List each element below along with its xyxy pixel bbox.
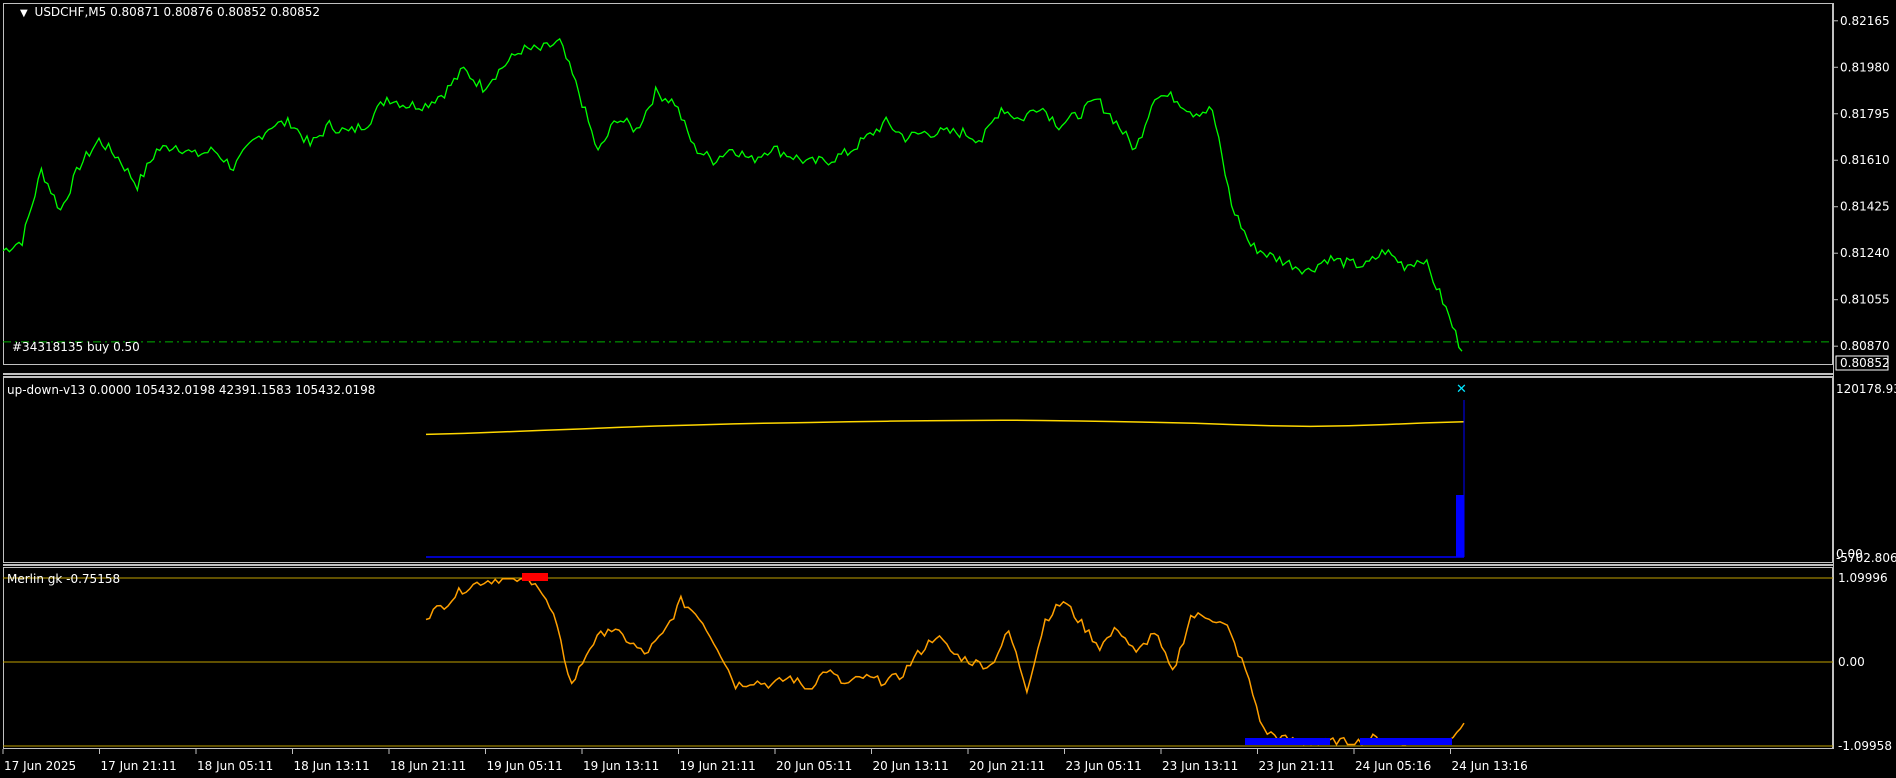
time-tick-label: 23 Jun 21:11 bbox=[1259, 759, 1335, 773]
merlin-high-highlight bbox=[522, 573, 548, 581]
updown-series-line bbox=[425, 419, 1465, 436]
time-tick-label: 19 Jun 21:11 bbox=[680, 759, 756, 773]
updown-panel-frame bbox=[3, 377, 1833, 563]
updown-indicator-label[interactable]: up-down-v13 0.0000 105432.0198 42391.158… bbox=[7, 383, 375, 397]
chart-symbol-label[interactable]: ▼ USDCHF,M5 0.80871 0.80876 0.80852 0.80… bbox=[20, 5, 320, 19]
merlin-low-segment bbox=[1360, 738, 1452, 745]
time-tick-label: 18 Jun 21:11 bbox=[390, 759, 466, 773]
current-price-tag: 0.80852 bbox=[1835, 355, 1890, 371]
dropdown-arrow-icon[interactable]: ▼ bbox=[20, 8, 28, 19]
time-tick-label: 18 Jun 05:11 bbox=[197, 759, 273, 773]
merlin-axis: 1.09996 0.00 -1.09958 bbox=[3, 571, 1892, 753]
time-tick-label: 18 Jun 13:11 bbox=[294, 759, 370, 773]
price-tick-label: 0.80870 bbox=[1840, 339, 1890, 353]
updown-histogram-bar bbox=[1456, 495, 1464, 557]
updown-marker-cross-icon: ✕ bbox=[1456, 382, 1467, 397]
time-tick-label: 23 Jun 13:11 bbox=[1162, 759, 1238, 773]
merlin-indicator-label[interactable]: Merlin gk -0.75158 bbox=[7, 572, 120, 586]
updown-axis: 120178.930.00-5702.806 bbox=[1836, 382, 1896, 565]
merlin-panel-frame bbox=[3, 567, 1833, 749]
merlin-low-segment bbox=[1245, 738, 1330, 745]
time-tick-label: 17 Jun 21:11 bbox=[101, 759, 177, 773]
merlin-tick-label: -1.09958 bbox=[1838, 739, 1892, 753]
price-tick-label: 0.81980 bbox=[1840, 60, 1890, 74]
price-series-line bbox=[2, 37, 1463, 352]
time-tick-label: 20 Jun 13:11 bbox=[873, 759, 949, 773]
updown-tick-label: -5702.806 bbox=[1836, 551, 1896, 565]
time-tick-label: 20 Jun 21:11 bbox=[969, 759, 1045, 773]
price-tick-label: 0.81610 bbox=[1840, 153, 1890, 167]
merlin-tick-label: 1.09996 bbox=[1838, 571, 1888, 585]
time-tick-label: 19 Jun 13:11 bbox=[583, 759, 659, 773]
time-tick-label: 17 Jun 2025 bbox=[4, 759, 76, 773]
merlin-tick-label: 0.00 bbox=[1838, 655, 1865, 669]
price-tick-label: 0.82165 bbox=[1840, 14, 1890, 28]
time-tick-label: 24 Jun 13:16 bbox=[1452, 759, 1528, 773]
time-tick-label: 24 Jun 05:16 bbox=[1355, 759, 1431, 773]
price-tick-label: 0.81240 bbox=[1840, 246, 1890, 260]
time-tick-label: 19 Jun 05:11 bbox=[487, 759, 563, 773]
price-tick-label: 0.81055 bbox=[1840, 293, 1890, 307]
time-tick-label: 20 Jun 05:11 bbox=[776, 759, 852, 773]
price-tick-label: 0.81425 bbox=[1840, 200, 1890, 214]
symbol-ohlc-text: USDCHF,M5 0.80871 0.80876 0.80852 0.8085… bbox=[35, 5, 321, 19]
trade-order-label[interactable]: #34318135 buy 0.50 bbox=[12, 340, 140, 354]
trading-chart[interactable]: 0.82165 0.81980 0.81795 0.81610 0.81425 0.812… bbox=[0, 0, 1896, 778]
time-tick-label: 23 Jun 05:11 bbox=[1066, 759, 1142, 773]
price-axis: 0.82165 0.81980 0.81795 0.81610 0.81425 0.812… bbox=[1833, 14, 1890, 353]
updown-tick-label: 120178.93 bbox=[1836, 382, 1896, 396]
price-panel-frame bbox=[3, 3, 1833, 365]
price-tick-label: 0.81795 bbox=[1840, 107, 1890, 121]
time-axis: 17 Jun 2025 17 Jun 21:11 18 Jun 05:11 18 Ju… bbox=[2, 749, 1528, 773]
current-price-value: 0.80852 bbox=[1840, 356, 1890, 370]
